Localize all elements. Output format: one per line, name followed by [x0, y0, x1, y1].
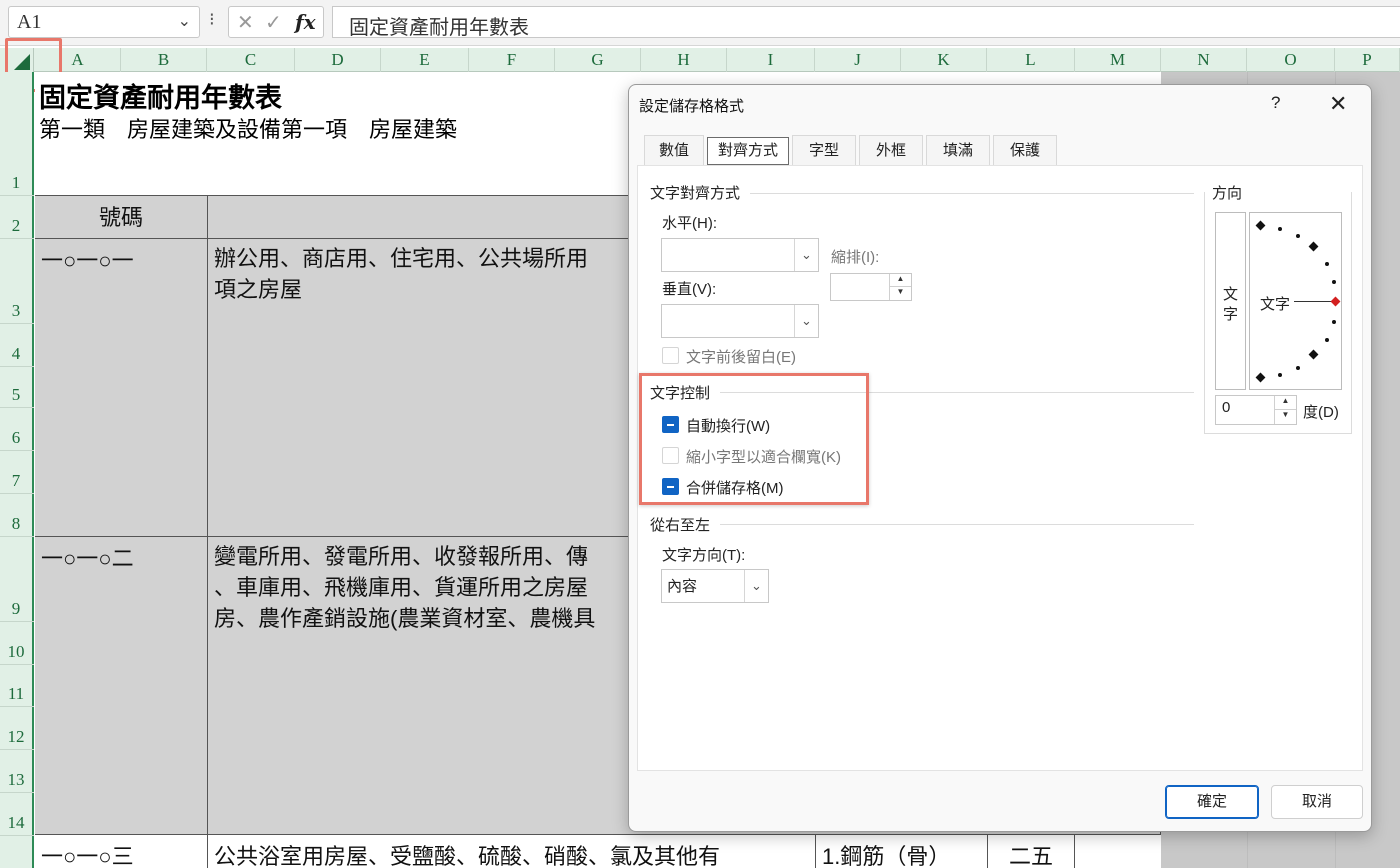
name-box-value: A1: [17, 11, 42, 33]
formula-buttons: ✕ ✓ fx: [228, 6, 324, 38]
detail-3: 公共浴室用房屋、受鹽酸、硫酸、硝酸、氯及其他有: [214, 844, 721, 868]
tab-border[interactable]: 外框: [859, 135, 923, 165]
chevron-down-icon: ⌄: [794, 239, 818, 271]
highlight-box-text-control: [639, 373, 869, 505]
formula-input[interactable]: 固定資產耐用年數表: [332, 6, 1400, 39]
column-m[interactable]: M: [1075, 48, 1161, 72]
text-direction-select[interactable]: 內容 ⌄: [661, 569, 769, 603]
row-12[interactable]: 12: [0, 707, 34, 750]
column-i[interactable]: I: [727, 48, 815, 72]
code-3: 一○一○三: [41, 844, 134, 868]
row-7[interactable]: 7: [0, 451, 34, 494]
text-direction-label: 文字方向(T):: [662, 547, 746, 564]
row-2[interactable]: 2: [0, 196, 34, 239]
code-2: 一○一○二: [41, 546, 134, 571]
row-5[interactable]: 5: [0, 367, 34, 408]
degrees-label: 度(D): [1303, 404, 1339, 421]
column-k[interactable]: K: [901, 48, 987, 72]
tab-font[interactable]: 字型: [792, 135, 856, 165]
row-11[interactable]: 11: [0, 665, 34, 707]
indent-spinner[interactable]: ▲ ▼: [830, 273, 912, 301]
more-options-icon[interactable]: ⁝: [209, 9, 215, 30]
spin-up-icon[interactable]: ▲: [1274, 396, 1296, 410]
vertical-text-box[interactable]: 文 字: [1215, 212, 1246, 390]
column-b[interactable]: B: [121, 48, 207, 72]
code-1: 一○一○一: [41, 248, 134, 273]
code-cell-1[interactable]: 一○一○一: [35, 239, 208, 537]
row-4[interactable]: 4: [0, 324, 34, 367]
tab-fill[interactable]: 填滿: [926, 135, 990, 165]
row-13[interactable]: 13: [0, 750, 34, 793]
material-3: 1.鋼筋（骨）: [822, 844, 951, 868]
column-f[interactable]: F: [469, 48, 555, 72]
cancel-icon[interactable]: ✕: [237, 10, 254, 35]
column-o[interactable]: O: [1247, 48, 1335, 72]
format-cells-dialog: 設定儲存格格式 ? ✕ 數值 對齊方式 字型 外框 填滿 保護 文字對齊方式 水…: [628, 84, 1372, 832]
chevron-down-icon: ⌄: [744, 570, 768, 602]
vertical-select[interactable]: ⌄: [661, 304, 819, 338]
row-6[interactable]: 6: [0, 408, 34, 451]
row-10[interactable]: 10: [0, 622, 34, 665]
horizontal-label: 水平(H):: [662, 215, 717, 232]
years-3: 二五: [1008, 844, 1053, 868]
column-n[interactable]: N: [1161, 48, 1247, 72]
indent-label: 縮排(I):: [831, 249, 880, 266]
enter-icon[interactable]: ✓: [265, 10, 282, 35]
section-right-to-left: 從右至左: [650, 517, 711, 534]
row-1[interactable]: 1: [0, 72, 34, 196]
ok-button[interactable]: 確定: [1165, 785, 1259, 819]
tab-number[interactable]: 數值: [644, 135, 704, 165]
chevron-down-icon[interactable]: ⌄: [178, 11, 191, 31]
row-3[interactable]: 3: [0, 239, 34, 324]
sheet-title: 固定資產耐用年數表: [39, 83, 282, 113]
column-j[interactable]: J: [815, 48, 901, 72]
code-cell-3[interactable]: 一○一○三: [35, 835, 208, 868]
horizontal-select[interactable]: ⌄: [661, 238, 819, 272]
column-p[interactable]: P: [1335, 48, 1400, 72]
column-c[interactable]: C: [207, 48, 295, 72]
column-g[interactable]: G: [555, 48, 641, 72]
close-icon[interactable]: ✕: [1329, 91, 1347, 117]
header-code-cell[interactable]: 號碼: [35, 196, 208, 239]
header-code: 號碼: [98, 205, 143, 230]
row-9[interactable]: 9: [0, 537, 34, 622]
help-icon[interactable]: ?: [1271, 93, 1280, 113]
column-l[interactable]: L: [987, 48, 1075, 72]
sheet-subtitle: 第一類 房屋建築及設備第一項 房屋建築: [39, 117, 458, 142]
material-cell-3[interactable]: 1.鋼筋（骨）: [816, 835, 988, 868]
tab-protection[interactable]: 保護: [993, 135, 1057, 165]
column-h[interactable]: H: [641, 48, 727, 72]
years-cell-3[interactable]: 二五: [988, 835, 1075, 868]
vertical-text-char-2: 字: [1223, 306, 1239, 323]
insert-function-icon[interactable]: fx: [295, 10, 316, 34]
vertical-label: 垂直(V):: [662, 281, 717, 298]
name-box[interactable]: A1 ⌄: [8, 6, 200, 38]
orientation-dial[interactable]: 文字: [1249, 212, 1342, 390]
row-header: 1 2 3 4 5 6 7 8 9 10 11 12 13 14: [0, 72, 34, 868]
justify-distributed-label: 文字前後留白(E): [686, 349, 796, 366]
row-8[interactable]: 8: [0, 494, 34, 537]
row-14[interactable]: 14: [0, 793, 34, 836]
column-d[interactable]: D: [295, 48, 381, 72]
spin-up-icon[interactable]: ▲: [889, 274, 911, 287]
justify-distributed-checkbox[interactable]: [662, 347, 679, 364]
degrees-spinner[interactable]: 0 ▲ ▼: [1215, 395, 1297, 425]
cancel-button[interactable]: 取消: [1271, 785, 1363, 819]
orientation-text: 文字: [1260, 296, 1291, 313]
formula-bar: A1 ⌄ ⁝ ✕ ✓ fx 固定資產耐用年數表: [0, 0, 1400, 46]
section-text-alignment: 文字對齊方式: [650, 185, 741, 202]
vertical-text-char-1: 文: [1223, 286, 1239, 303]
code-cell-2[interactable]: 一○一○二: [35, 537, 208, 835]
column-header: A B C D E F G H I J K L M N O P: [0, 48, 1400, 72]
column-e[interactable]: E: [381, 48, 469, 72]
tab-alignment[interactable]: 對齊方式: [707, 137, 789, 165]
spin-down-icon[interactable]: ▼: [1274, 410, 1296, 424]
spin-down-icon[interactable]: ▼: [889, 287, 911, 300]
detail-cell-3[interactable]: 公共浴室用房屋、受鹽酸、硫酸、硝酸、氯及其他有: [208, 835, 816, 868]
dialog-title: 設定儲存格格式: [639, 98, 745, 115]
chevron-down-icon: ⌄: [794, 305, 818, 337]
